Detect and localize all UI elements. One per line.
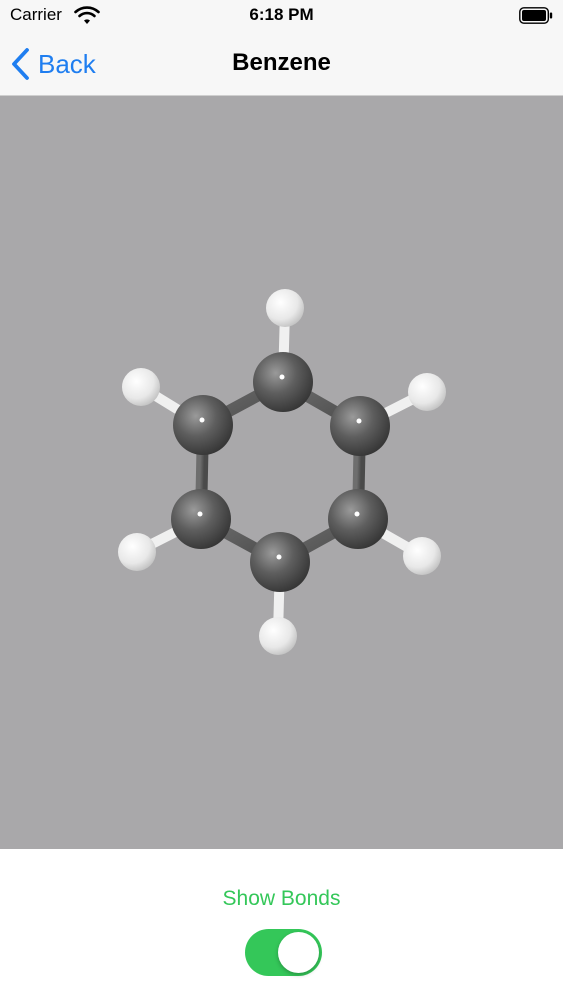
- highlight: [199, 417, 205, 423]
- highlight: [276, 554, 282, 560]
- status-time: 6:18 PM: [249, 5, 314, 24]
- carbon-atom-2: [330, 396, 390, 456]
- highlight: [197, 511, 203, 517]
- benzene-molecule-model[interactable]: [0, 96, 563, 849]
- status-bar: Carrier 6:18 PM: [0, 0, 563, 32]
- molecule-viewport[interactable]: [0, 96, 563, 849]
- hydrogen-atom-3: [403, 537, 441, 575]
- carbon-atom-3: [328, 489, 388, 549]
- carbon-atom-6: [173, 395, 233, 455]
- show-bonds-toggle[interactable]: [245, 929, 322, 976]
- highlight: [356, 418, 362, 424]
- carbon-atom-1: [253, 352, 313, 412]
- page-title: Benzene: [232, 49, 331, 76]
- toggle-knob: [278, 932, 319, 973]
- hydrogen-atom-6: [122, 368, 160, 406]
- show-bonds-label: Show Bonds: [222, 887, 341, 910]
- highlight: [354, 511, 360, 517]
- controls-panel: Show Bonds: [0, 849, 563, 1000]
- hydrogen-atom-1: [266, 289, 304, 327]
- hydrogen-atom-2: [408, 373, 446, 411]
- navigation-bar: Back Benzene: [0, 32, 563, 96]
- carbon-atom-4: [250, 532, 310, 592]
- battery-icon: [519, 7, 553, 24]
- highlight: [279, 374, 285, 380]
- screen: Carrier 6:18 PM Back Benzene Show Bonds: [0, 0, 563, 1000]
- carbon-atom-5: [171, 489, 231, 549]
- hydrogen-atom-4: [259, 617, 297, 655]
- hydrogen-atom-5: [118, 533, 156, 571]
